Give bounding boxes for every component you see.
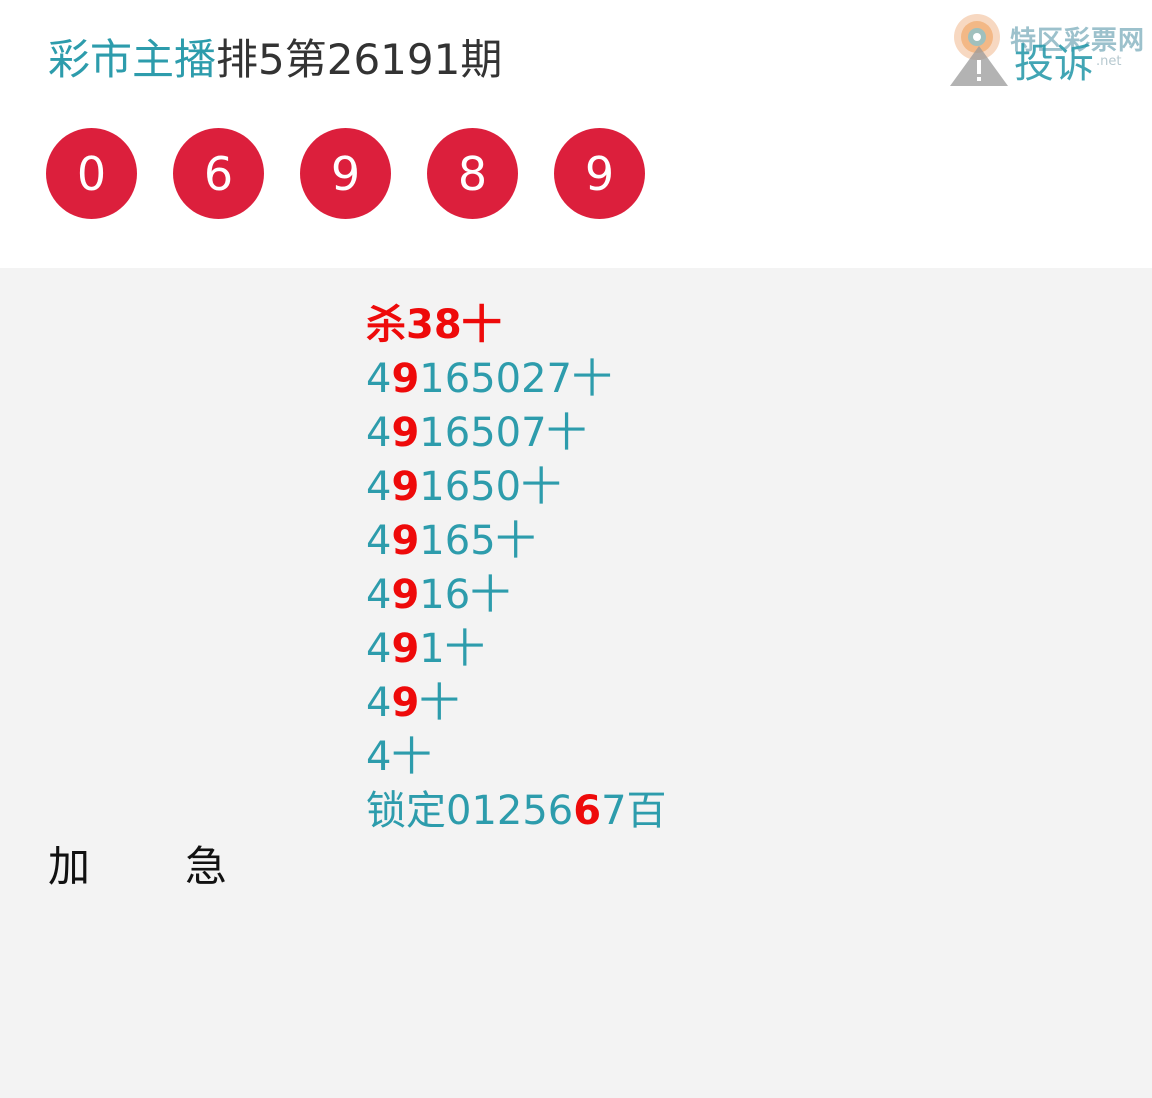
page-title: 彩市主播排5第26191期 — [48, 32, 502, 88]
line-prefix: 4 — [366, 626, 392, 672]
prediction-line: 49十 — [366, 676, 667, 730]
brand-name[interactable]: 彩市主播 — [48, 35, 216, 84]
line-suffix: 16十 — [419, 572, 511, 618]
line-prefix: 4 — [366, 410, 392, 456]
number-ball: 6 — [173, 128, 264, 219]
line-prefix: 4 — [366, 518, 392, 564]
line-highlight: 9 — [391, 410, 420, 456]
line-suffix: 十 — [419, 680, 460, 726]
line-highlight: 9 — [391, 626, 420, 672]
line-prefix: 4十 — [366, 734, 432, 780]
line-highlight: 9 — [391, 572, 420, 618]
prediction-line: 4916507十 — [366, 406, 667, 460]
prediction-line: 49165027十 — [366, 352, 667, 406]
line-prefix: 4 — [366, 356, 392, 402]
line-prefix: 锁定01256 — [366, 788, 574, 834]
line-suffix: 1十 — [419, 626, 485, 672]
report-button[interactable]: 投诉 — [948, 38, 1148, 88]
urgent-note: 加急 — [48, 840, 227, 894]
line-highlight: 9 — [391, 680, 420, 726]
prediction-line: 4十 — [366, 730, 667, 784]
lock-line: 锁定0125667百 — [366, 784, 667, 838]
header: 彩市主播排5第26191期 0 6 9 8 9 特区彩票网 .net 投诉 — [0, 0, 1152, 268]
issue-title: 排5第26191期 — [216, 35, 503, 84]
line-suffix: 1650十 — [419, 464, 562, 510]
line-highlight: 9 — [391, 464, 420, 510]
draw-numbers: 0 6 9 8 9 — [46, 128, 681, 219]
prediction-line: 4916十 — [366, 568, 667, 622]
number-ball: 0 — [46, 128, 137, 219]
number-ball: 9 — [300, 128, 391, 219]
line-highlight: 9 — [391, 356, 420, 402]
line-prefix: 4 — [366, 680, 392, 726]
prediction-line: 491650十 — [366, 460, 667, 514]
line-suffix: 16507十 — [419, 410, 587, 456]
report-label: 投诉 — [1014, 41, 1094, 87]
line-suffix: 7百 — [601, 788, 667, 834]
prediction-line: 491十 — [366, 622, 667, 676]
number-ball: 8 — [427, 128, 518, 219]
urgent-char-1: 加 — [48, 842, 91, 891]
urgent-char-2: 急 — [185, 842, 228, 891]
line-highlight: 9 — [391, 518, 420, 564]
line-suffix: 165十 — [419, 518, 536, 564]
number-ball: 9 — [554, 128, 645, 219]
kill-line: 杀38十 — [366, 302, 502, 348]
prediction-content: 杀38十 49165027十 4916507十 491650十 49165十 4… — [0, 268, 1152, 1098]
line-suffix: 165027十 — [419, 356, 612, 402]
line-highlight: 6 — [573, 788, 602, 834]
line-prefix: 4 — [366, 464, 392, 510]
prediction-line: 49165十 — [366, 514, 667, 568]
warning-icon — [950, 46, 1008, 86]
prediction-list: 杀38十 49165027十 4916507十 491650十 49165十 4… — [366, 298, 667, 838]
line-prefix: 4 — [366, 572, 392, 618]
